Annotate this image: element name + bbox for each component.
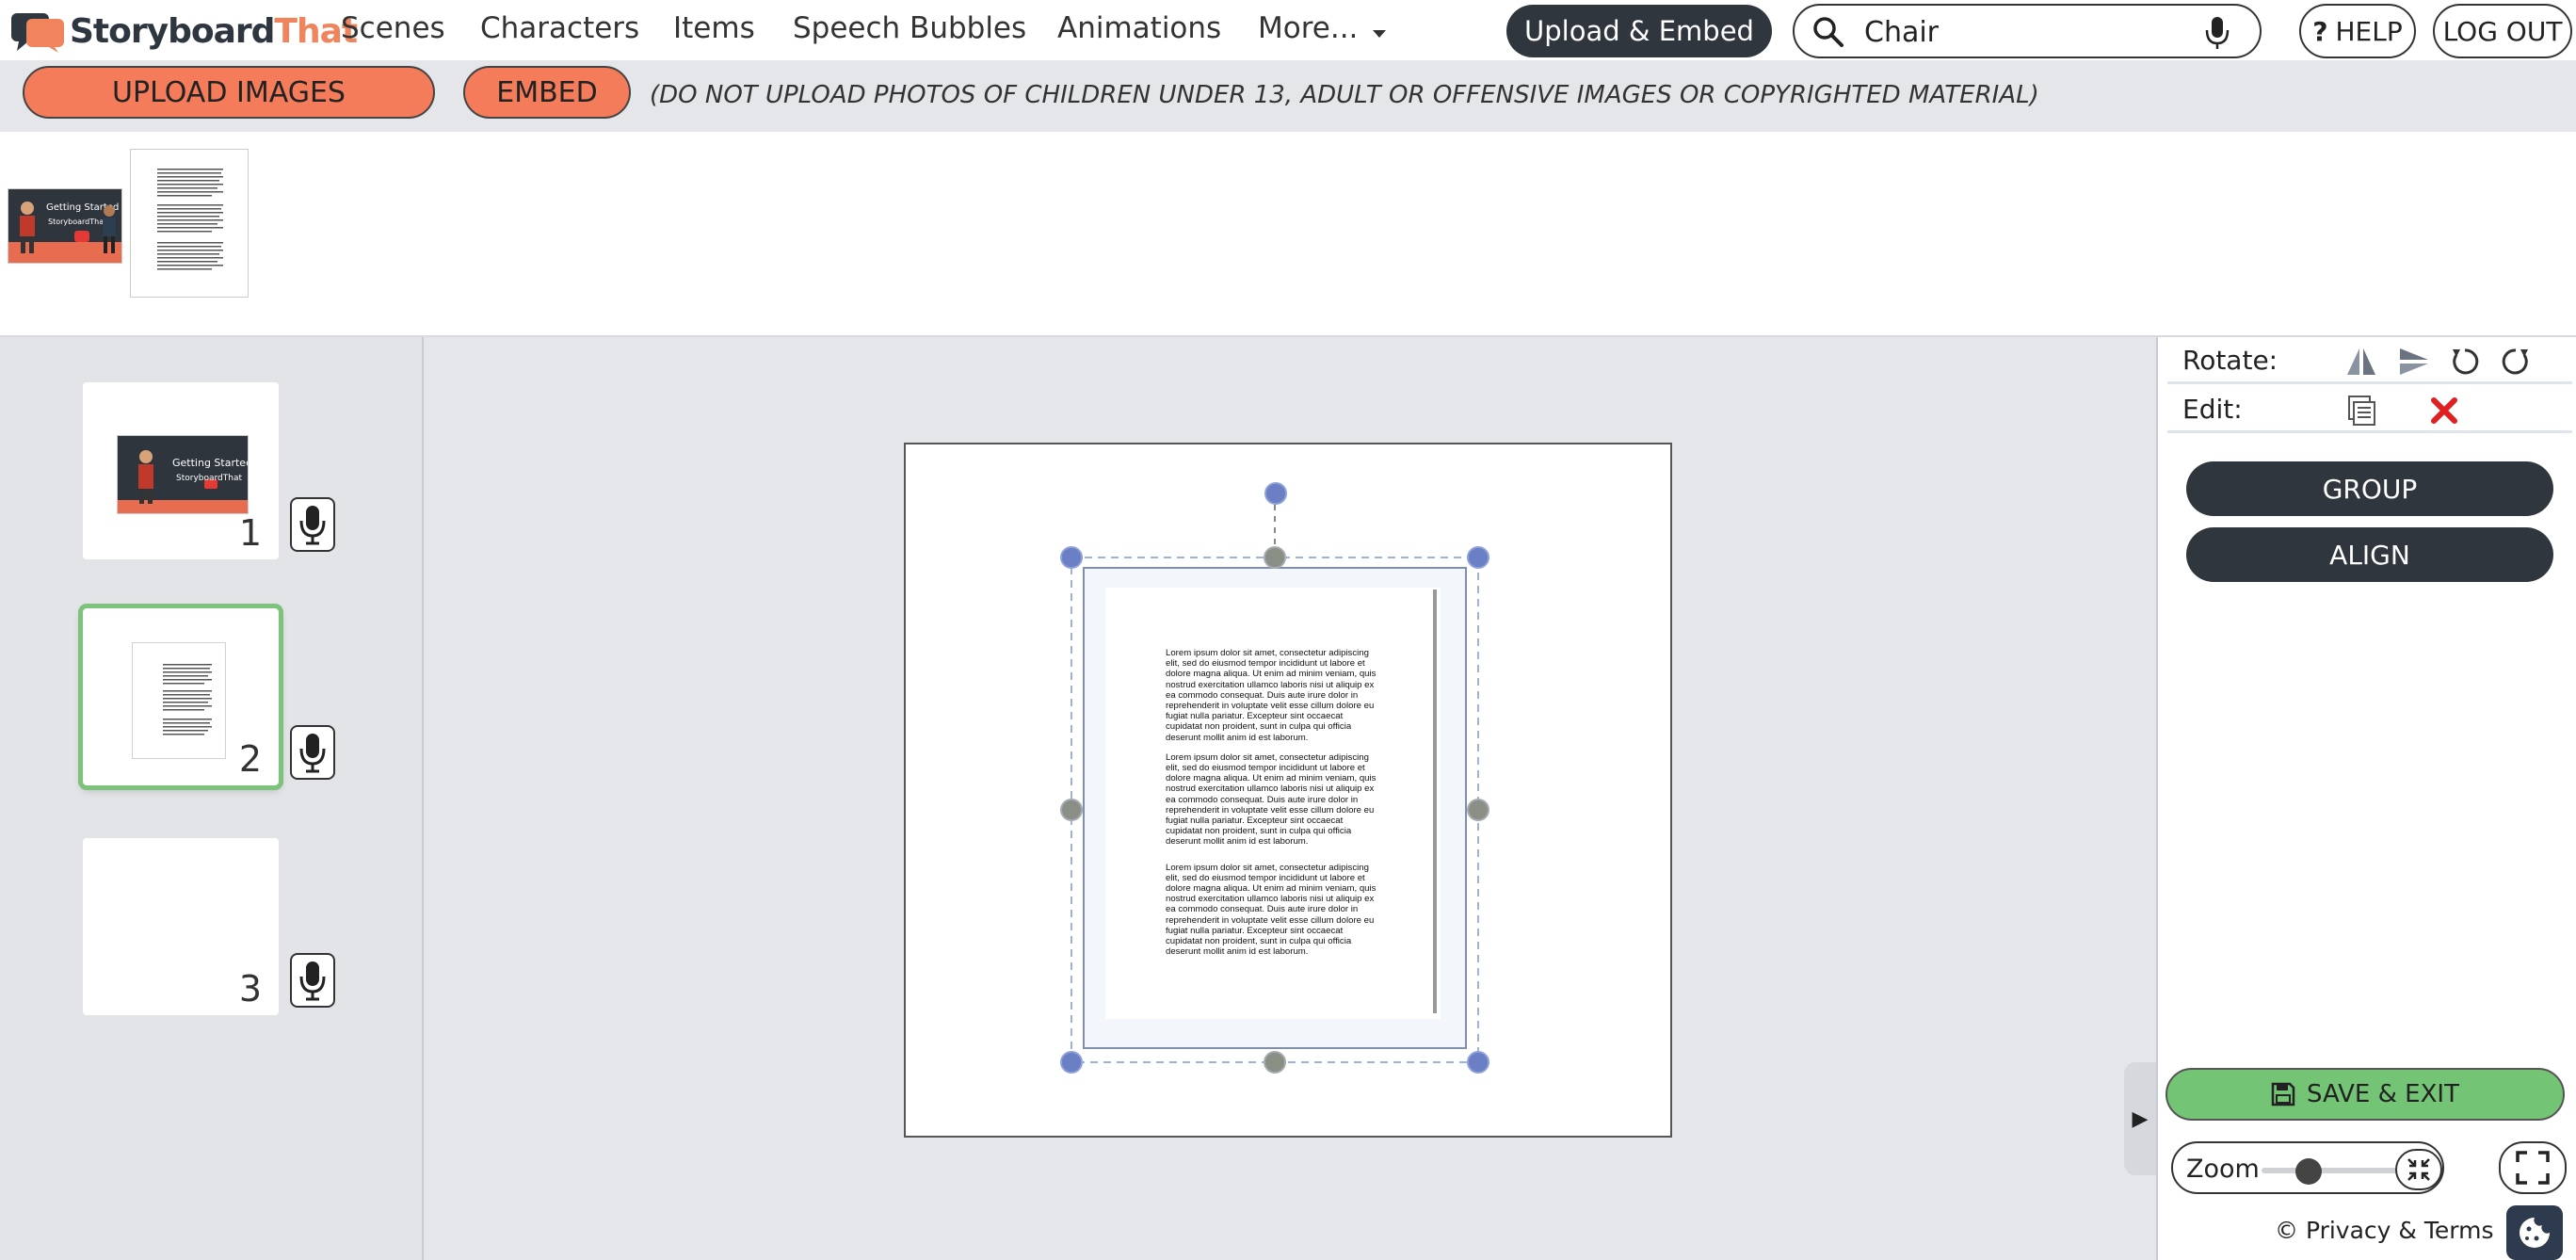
resize-handle-bottom-right[interactable] [1467,1051,1489,1074]
fullscreen-button[interactable] [2499,1141,2567,1194]
save-exit-button[interactable]: SAVE & EXIT [2165,1068,2565,1121]
rotate-row: Rotate: [2167,337,2572,384]
help-label: HELP [2335,15,2403,47]
logo[interactable]: StoryboardThat [9,9,358,53]
align-button[interactable]: ALIGN [2186,527,2553,582]
logo-icon [9,9,66,53]
play-icon [74,231,89,242]
zoom-slider-thumb[interactable] [2295,1158,2323,1185]
collapse-right-panel-button[interactable]: ▶ [2124,1062,2156,1175]
edit-label: Edit: [2182,394,2243,425]
uploaded-images-row: Getting Started StoryboardThat [0,132,2576,337]
cell-1-thumbnail: Getting Started StoryboardThat [117,435,249,514]
resize-handle-right[interactable] [1467,799,1489,821]
cell-1-video-brand: StoryboardThat [176,474,243,483]
cell-1-microphone-button[interactable] [290,497,335,552]
resize-handle-top-right[interactable] [1467,546,1489,569]
resize-handle-bottom[interactable] [1264,1051,1286,1074]
cookie-settings-button[interactable] [2506,1205,2563,1260]
cells-panel: Getting Started StoryboardThat 1 2 3 ◀ [0,337,456,1260]
zoom-label: Zoom [2186,1155,2260,1184]
group-button[interactable]: GROUP [2186,461,2553,516]
cookie-icon [2520,1218,2550,1248]
nav-scenes[interactable]: Scenes [341,11,445,45]
document-paragraph: Lorem ipsum dolor sit amet, consectetur … [1166,862,1377,958]
character-figure-icon [20,202,35,253]
search-box [1793,4,2262,58]
nav-more[interactable]: More... [1258,11,1388,47]
uploaded-image-video-thumbnail[interactable]: Getting Started StoryboardThat [8,188,122,264]
document-paragraph: Lorem ipsum dolor sit amet, consectetur … [1166,751,1377,848]
duplicate-icon[interactable] [2344,394,2378,428]
microphone-icon[interactable] [2203,15,2231,55]
help-icon: ? [2312,15,2328,47]
rotate-label: Rotate: [2182,345,2278,376]
rotate-left-icon[interactable] [2448,345,2482,379]
delete-icon[interactable] [2427,394,2461,428]
document-page: Lorem ipsum dolor sit amet, consectetur … [1105,588,1441,1019]
flip-horizontal-icon[interactable] [2344,345,2378,379]
storyboard-cell-1[interactable]: Getting Started StoryboardThat 1 [83,382,279,559]
privacy-terms-link[interactable]: © Privacy & Terms [2275,1217,2493,1244]
cell-2-microphone-button[interactable] [290,725,335,780]
rotate-right-icon[interactable] [2499,345,2533,379]
nav-animations[interactable]: Animations [1057,11,1221,45]
document-image-element[interactable]: Lorem ipsum dolor sit amet, consectetur … [1083,567,1467,1049]
nav-items[interactable]: Items [673,11,755,45]
scene-canvas[interactable]: Lorem ipsum dolor sit amet, consectetur … [904,443,1672,1138]
character-figure-icon [103,205,116,253]
logout-button[interactable]: LOG OUT [2433,4,2572,58]
compress-icon [2407,1158,2430,1181]
zoom-fit-button[interactable] [2395,1149,2442,1190]
caret-down-icon [1371,13,1388,47]
resize-handle-left[interactable] [1060,799,1083,821]
cell-1-video-title: Getting Started [172,457,249,469]
top-nav: StoryboardThat Scenes Characters Items S… [0,0,2576,60]
cell-2-thumbnail [132,642,226,759]
upload-images-button[interactable]: UPLOAD IMAGES [23,66,435,119]
rotate-handle[interactable] [1264,482,1287,505]
storyboard-cell-2[interactable]: 2 [78,604,283,790]
chevron-right-icon: ▶ [2132,1107,2149,1131]
help-button[interactable]: ? HELP [2299,4,2416,58]
save-icon [2271,1082,2295,1107]
search-icon [1811,15,1845,53]
resize-handle-bottom-left[interactable] [1060,1051,1083,1074]
thumbnail-video-brand: StoryboardThat [48,218,107,226]
logo-text: StoryboardThat [70,11,358,51]
microphone-icon [299,961,326,1001]
properties-panel: Rotate: Edit: GROUP ALIGN SAVE & EXIT Zo… [2156,337,2576,1260]
upload-embed-button[interactable]: Upload & Embed [1506,5,1772,57]
upload-bar: UPLOAD IMAGES EMBED (DO NOT UPLOAD PHOTO… [0,60,2576,132]
fullscreen-icon [2516,1151,2550,1185]
canvas-area: Lorem ipsum dolor sit amet, consectetur … [424,337,2156,1260]
storyboard-cell-3[interactable]: 3 [83,838,279,1015]
resize-handle-top-left[interactable] [1060,546,1083,569]
cell-number: 2 [238,738,262,780]
cell-3-microphone-button[interactable] [290,953,335,1008]
search-input[interactable] [1864,15,2184,49]
flip-vertical-icon[interactable] [2397,345,2431,379]
save-exit-label: SAVE & EXIT [2307,1080,2459,1108]
nav-characters[interactable]: Characters [480,11,639,45]
zoom-control: Zoom [2171,1141,2444,1194]
nav-speech-bubbles[interactable]: Speech Bubbles [793,11,1026,45]
upload-warning-text: (DO NOT UPLOAD PHOTOS OF CHILDREN UNDER … [650,81,2039,109]
microphone-icon [299,506,326,545]
resize-handle-top[interactable] [1264,546,1286,569]
document-paragraph: Lorem ipsum dolor sit amet, consectetur … [1166,648,1377,743]
app-root: StoryboardThat Scenes Characters Items S… [0,0,2576,1260]
logo-text-primary: Storyboard [70,11,275,51]
cell-number: 1 [238,512,262,554]
cell-number: 3 [238,968,262,1010]
document-scrollbar [1433,590,1437,1013]
document-lines-icon [157,169,223,270]
uploaded-image-document-thumbnail[interactable] [130,149,249,298]
edit-row: Edit: [2167,386,2572,433]
embed-button[interactable]: EMBED [463,66,631,119]
nav-more-label: More... [1258,11,1359,45]
microphone-icon [299,734,326,773]
